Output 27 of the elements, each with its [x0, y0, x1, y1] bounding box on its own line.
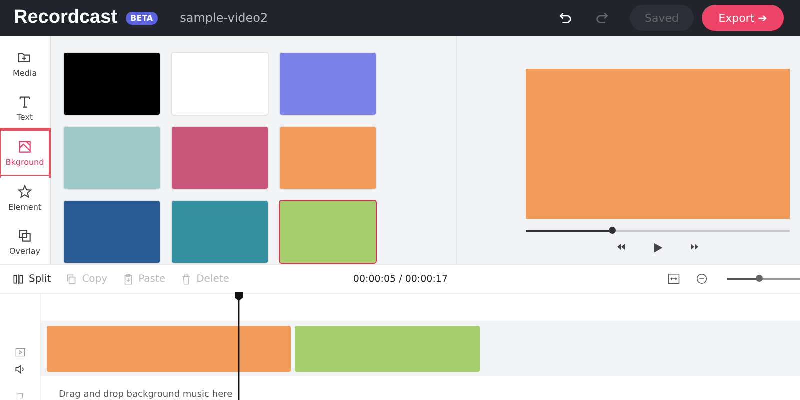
playhead[interactable] [234, 292, 244, 400]
timeline-clip[interactable] [47, 326, 291, 372]
video-track-icon [14, 346, 26, 359]
star-icon [17, 184, 33, 200]
trash-icon [180, 272, 193, 286]
zoom-out-icon[interactable] [695, 272, 709, 286]
overlay-icon [17, 228, 33, 244]
music-drop-hint: Drag and drop background music here [59, 390, 234, 400]
color-swatch[interactable] [279, 200, 377, 264]
undo-icon[interactable] [558, 10, 574, 26]
timeline-clip[interactable] [295, 326, 480, 372]
image-icon [17, 138, 33, 155]
text-icon [17, 94, 33, 110]
rewind-icon[interactable] [615, 241, 627, 253]
split-icon [12, 272, 25, 286]
export-button[interactable]: Export ➔ [702, 5, 784, 31]
sidebar-item[interactable]: Bkground [1, 131, 49, 175]
redo-icon[interactable] [594, 10, 610, 26]
fit-icon[interactable] [667, 272, 681, 286]
copy-icon [65, 272, 78, 286]
speaker-icon[interactable] [14, 363, 26, 376]
beta-badge: BETA [126, 12, 158, 24]
timecode: 00:00:05 / 00:00:17 [353, 274, 448, 284]
logo: Recordcast [14, 7, 118, 29]
fast-forward-icon[interactable] [689, 241, 701, 253]
split-button[interactable]: Split [12, 272, 52, 286]
project-name: sample-video2 [180, 11, 268, 25]
